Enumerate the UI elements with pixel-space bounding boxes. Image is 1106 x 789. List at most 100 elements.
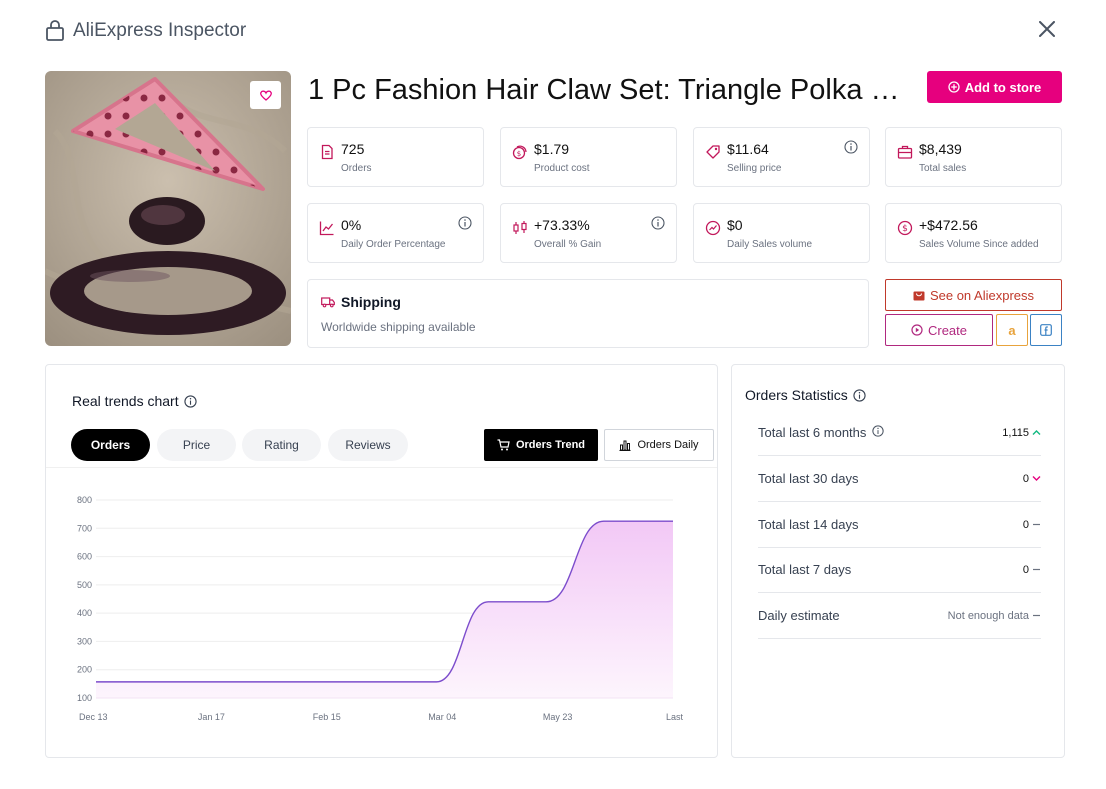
stat-card-orders: 725 Orders [307, 127, 484, 187]
stat-label: Daily Sales volume [727, 239, 813, 250]
info-icon[interactable] [844, 140, 858, 154]
see-on-aliexpress-button[interactable]: See on Aliexpress [885, 279, 1062, 311]
stat-card-sales-since-added: $ +$472.56 Sales Volume Since added [885, 203, 1062, 263]
stats-row-value: 0 [1023, 519, 1041, 531]
stats-row-value: 0 [1023, 564, 1041, 576]
stats-row: Total last 30 days 0 [758, 456, 1041, 502]
y-tick-label: 700 [77, 523, 92, 533]
info-icon[interactable] [853, 388, 866, 402]
tab-orders[interactable]: Orders [71, 429, 150, 461]
bar-chart-icon [619, 440, 631, 451]
x-tick-label: Jan 17 [198, 712, 225, 722]
stats-row-label: Daily estimate [758, 608, 840, 623]
shipping-title: Shipping [341, 294, 401, 310]
briefcase-icon [897, 145, 913, 159]
stats-row-value-text: 0 [1022, 518, 1029, 531]
stats-row: Total last 7 days 0 [758, 547, 1041, 593]
line-chart-icon [319, 221, 334, 236]
stats-row-label-text: Total last 30 days [758, 471, 859, 486]
info-icon[interactable] [872, 425, 885, 440]
stat-value: $8,439 [919, 141, 962, 157]
stats-row-label-text: Total last 7 days [758, 562, 852, 577]
stats-row-value-text: Not enough data [947, 609, 1029, 622]
orders-trend-button[interactable]: Orders Trend [484, 429, 598, 461]
stats-row-label: Total last 6 months [758, 425, 885, 440]
dash-icon [1032, 610, 1041, 622]
stats-row: Daily estimate Not enough data [758, 593, 1041, 639]
orders-area [96, 521, 673, 698]
amazon-button[interactable]: a [996, 314, 1028, 346]
app-title: AliExpress Inspector [73, 20, 247, 41]
stat-value: 725 [341, 141, 365, 157]
stat-label: Product cost [534, 163, 590, 174]
facebook-button[interactable] [1030, 314, 1062, 346]
chart-divider [46, 467, 717, 468]
info-icon[interactable] [651, 216, 665, 230]
close-button[interactable] [1036, 18, 1058, 40]
tab-reviews[interactable]: Reviews [328, 429, 408, 461]
x-tick-label: May 23 [543, 712, 573, 722]
stats-row: Total last 14 days 0 [758, 502, 1041, 548]
y-tick-label: 800 [77, 495, 92, 505]
chevron-up-icon [1032, 427, 1041, 439]
stats-row-label-text: Total last 14 days [758, 517, 859, 532]
stats-row-label: Total last 14 days [758, 517, 858, 532]
info-icon[interactable] [458, 216, 472, 230]
trends-title-text: Real trends chart [72, 393, 179, 409]
orders-daily-button[interactable]: Orders Daily [604, 429, 714, 461]
stat-value: +$472.56 [919, 217, 978, 233]
shipping-header: Shipping [321, 294, 401, 310]
y-tick-label: 500 [77, 580, 92, 590]
close-icon [1039, 21, 1055, 37]
x-tick-label: Last [666, 712, 684, 722]
stat-value: 0% [341, 217, 362, 233]
y-tick-label: 300 [77, 636, 92, 646]
dollar-circle-icon: $ [897, 220, 913, 236]
cart-icon [497, 439, 510, 451]
dollar-coin-icon: $ [512, 145, 527, 160]
shipping-subtitle: Worldwide shipping available [321, 320, 476, 334]
stats-row-label: Total last 7 days [758, 562, 851, 577]
stat-label: Total sales [919, 163, 967, 174]
stats-row-label: Total last 30 days [758, 471, 858, 486]
candlestick-icon [513, 221, 527, 234]
dash-icon [1032, 564, 1041, 576]
product-title: 1 Pc Fashion Hair Claw Set: Triangle Pol… [308, 74, 908, 106]
stat-value: $11.64 [727, 141, 769, 157]
orders-statistics-panel: Orders Statistics Total last 6 months 1,1… [731, 364, 1065, 758]
y-tick-label: 400 [77, 608, 92, 618]
trends-chart-panel: Real trends chart Orders Price Rating Re… [45, 364, 718, 758]
stat-value: $1.79 [534, 141, 570, 157]
y-tick-label: 600 [77, 552, 92, 562]
stat-label: Daily Order Percentage [341, 239, 446, 250]
stats-row-value: 0 [1023, 473, 1041, 485]
add-to-store-button[interactable]: Add to store [927, 71, 1062, 103]
stats-row-value-text: 1,115 [1002, 426, 1029, 439]
tab-price[interactable]: Price [157, 429, 236, 461]
stat-label: Overall % Gain [534, 239, 602, 250]
orders-trend-chart: 100 200 300 400 500 600 700 800 Dec 13 Jan 17 Feb … [77, 495, 684, 722]
shopping-bag-icon [46, 20, 64, 41]
tag-icon [706, 145, 720, 159]
trends-chart-title: Real trends chart [72, 393, 197, 409]
stats-row-value-text: 0 [1022, 472, 1029, 485]
heart-icon [259, 90, 272, 101]
plus-circle-icon [948, 81, 960, 93]
create-button[interactable]: Create [885, 314, 993, 346]
stats-row-label-text: Daily estimate [758, 608, 840, 623]
tab-rating[interactable]: Rating [242, 429, 321, 461]
stat-value: +73.33% [534, 217, 590, 233]
x-tick-label: Mar 04 [428, 712, 456, 722]
truck-icon [321, 297, 335, 308]
stat-label: Orders [341, 163, 372, 174]
stat-value: $0 [727, 217, 743, 233]
facebook-icon [1040, 324, 1052, 336]
stats-row-label-text: Total last 6 months [758, 425, 867, 440]
favorite-button[interactable] [250, 81, 281, 109]
stats-row-value: Not enough data [948, 610, 1041, 622]
orders-daily-label: Orders Daily [637, 439, 699, 451]
stat-label: Selling price [727, 163, 782, 174]
y-tick-label: 200 [77, 665, 92, 675]
stats-row: Total last 6 months 1,115 [758, 410, 1041, 456]
info-icon[interactable] [183, 394, 197, 408]
